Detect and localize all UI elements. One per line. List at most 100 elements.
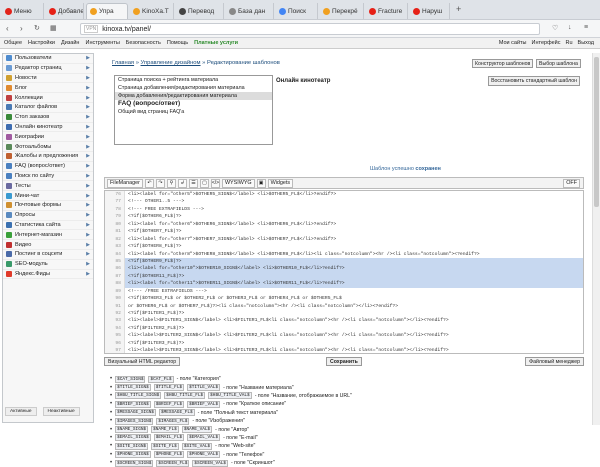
- expand-arrow-icon[interactable]: ▶: [86, 261, 90, 267]
- field-code-tag[interactable]: $IMAGES_FL$: [156, 417, 190, 425]
- browser-tab[interactable]: Добавле: [46, 3, 84, 19]
- editor-off-toggle[interactable]: OFF: [563, 178, 580, 188]
- expand-arrow-icon[interactable]: ▶: [86, 202, 90, 208]
- field-code-tag[interactable]: $TITLE_VAL$: [187, 384, 221, 392]
- code-line[interactable]: 95 <li><label>$FILTER2_SIGN$</label> <li>…: [105, 332, 583, 340]
- expand-arrow-icon[interactable]: ▶: [86, 144, 90, 150]
- field-code-tag[interactable]: $EMAIL_FL$: [153, 434, 185, 442]
- url-text[interactable]: kinoxa.tv/panel/: [102, 26, 151, 33]
- download-icon[interactable]: ↓: [568, 24, 572, 31]
- browser-tab[interactable]: Перекрё: [320, 3, 364, 19]
- expand-arrow-icon[interactable]: ▶: [86, 124, 90, 130]
- paid-services-link[interactable]: Платные услуги: [194, 40, 238, 46]
- field-code-tag[interactable]: $SCREEN_FL$: [156, 459, 190, 467]
- bookmark-heart-icon[interactable]: ♡: [552, 24, 558, 32]
- template-item[interactable]: Форма добавления/редактирования материал…: [115, 92, 272, 100]
- admin-bar-right-item[interactable]: Мои сайты: [499, 40, 527, 46]
- expand-arrow-icon[interactable]: ▶: [86, 134, 90, 140]
- field-code-tag[interactable]: $BRIEF_VAL$: [187, 400, 221, 408]
- template-item[interactable]: Страница добавления/редактирования матер…: [115, 84, 272, 92]
- choose-template-button[interactable]: Выбор шаблона: [536, 59, 581, 68]
- reload-icon[interactable]: ↻: [34, 24, 40, 32]
- expand-arrow-icon[interactable]: ▶: [86, 75, 90, 81]
- tab-active-modules[interactable]: Активные: [5, 407, 37, 416]
- browser-tab[interactable]: База дан: [226, 3, 274, 19]
- field-code-tag[interactable]: $SCREEN_SIGN$: [115, 459, 154, 467]
- code-line[interactable]: 79 <?if($OTHER6_FL$)?>: [105, 213, 583, 221]
- code-line[interactable]: 80 <li><label for="other6">$OTHER6_SIGN$<…: [105, 220, 583, 229]
- field-code-tag[interactable]: $PHONE_VAL$: [187, 451, 221, 459]
- expand-arrow-icon[interactable]: ▶: [86, 222, 90, 228]
- sidebar-item[interactable]: Пользователи ▶: [3, 54, 93, 64]
- field-code-tag[interactable]: $EMAIL_SIGN$: [115, 434, 151, 442]
- sidebar-item[interactable]: Стол заказов ▶: [3, 113, 93, 123]
- admin-menu-item[interactable]: Инструменты: [85, 40, 119, 46]
- code-line[interactable]: 94 <?if($FILTER2_FL$)?>: [105, 324, 583, 333]
- sidebar-item[interactable]: Коллекции ▶: [3, 93, 93, 103]
- field-code-tag[interactable]: $IMAGES_SIGN$: [115, 417, 154, 425]
- url-input[interactable]: VPN kinoxa.tv/panel/: [80, 23, 540, 35]
- template-item[interactable]: Общий вид страниц FAQ'а: [115, 108, 272, 116]
- code-line[interactable]: 90 <?if($OTHER3_FL$ or $OTHER2_FL$ or $OT…: [105, 295, 583, 303]
- template-list[interactable]: Страница поиска + рейтинга материала Стра…: [114, 75, 273, 145]
- field-code-tag[interactable]: $PHONE_FL$: [153, 451, 185, 459]
- field-code-tag[interactable]: $MESSAGE_SIGN$: [115, 409, 156, 417]
- admin-menu-item[interactable]: Помощь: [167, 40, 188, 46]
- expand-arrow-icon[interactable]: ▶: [86, 183, 90, 189]
- expand-arrow-icon[interactable]: ▶: [86, 55, 90, 61]
- format-icon[interactable]: ☰: [188, 178, 198, 188]
- field-code-tag[interactable]: $BRIEF_FL$: [153, 400, 185, 408]
- undo-icon[interactable]: ↶: [144, 178, 154, 188]
- sidebar-item[interactable]: Статистика сайта ▶: [3, 221, 93, 231]
- code-line[interactable]: 77 <!--- OTHER1..5 --->: [105, 198, 583, 206]
- code-line[interactable]: 92 <?if($FILTER1_FL$)?>: [105, 310, 583, 318]
- breadcrumb-home[interactable]: Главная: [112, 60, 134, 66]
- file-manager-button[interactable]: Файловый менеджер: [525, 357, 584, 366]
- widgets-button[interactable]: Widgets: [267, 178, 294, 188]
- field-code-tag[interactable]: $NAME_FL$: [151, 426, 179, 434]
- expand-arrow-icon[interactable]: ▶: [86, 114, 90, 120]
- browser-tab[interactable]: Fracture: [366, 3, 408, 19]
- code-line[interactable]: 78 <!--- FREE EXTRAFIELDS --->: [105, 205, 583, 214]
- browser-tab[interactable]: KinoXa.T: [130, 3, 174, 19]
- field-code-tag[interactable]: $SCREEN_VAL$: [192, 459, 228, 467]
- code-line[interactable]: 97 <li><label>$FILTER3_SIGN$</label> <li>…: [105, 347, 583, 353]
- admin-menu-item[interactable]: Безопасность: [126, 40, 161, 46]
- browser-tab[interactable]: Наруш: [410, 3, 450, 19]
- code-line[interactable]: 87 <?if($OTHER11_FL$)?>: [105, 272, 583, 281]
- fullscreen-icon[interactable]: ▢: [199, 178, 209, 188]
- sidebar-item[interactable]: Редактор страниц ▶: [3, 64, 93, 74]
- admin-bar-right-item[interactable]: Выход: [578, 40, 594, 46]
- save-button[interactable]: Сохранить: [326, 357, 362, 366]
- visual-html-editor-button[interactable]: Визуальный HTML редактор: [104, 357, 181, 366]
- code-line[interactable]: 88 <li><label for="other11">$OTHER11_SIGN…: [105, 280, 583, 288]
- sidebar-item[interactable]: Почтовые формы ▶: [3, 201, 93, 211]
- field-code-tag[interactable]: $EMAIL_VAL$: [187, 434, 221, 442]
- expand-arrow-icon[interactable]: ▶: [86, 173, 90, 179]
- sidebar-item[interactable]: Видео ▶: [3, 240, 93, 250]
- sidebar-item[interactable]: Блог ▶: [3, 83, 93, 94]
- expand-arrow-icon[interactable]: ▶: [86, 212, 90, 218]
- sidebar-item[interactable]: Фотоальбомы ▶: [3, 142, 93, 152]
- sidebar-item[interactable]: Онлайн кинотеатр ▶: [3, 123, 93, 133]
- field-code-tag[interactable]: $TITLE_FL$: [153, 384, 185, 392]
- expand-arrow-icon[interactable]: ▶: [86, 104, 90, 110]
- restore-default-template-button[interactable]: Восстановить стандартный шаблон: [488, 76, 580, 86]
- expand-arrow-icon[interactable]: ▶: [86, 251, 90, 257]
- expand-arrow-icon[interactable]: ▶: [86, 85, 90, 91]
- expand-arrow-icon[interactable]: ▶: [86, 193, 90, 199]
- field-code-tag[interactable]: $BRIEF_SIGN$: [115, 400, 151, 408]
- admin-menu-item[interactable]: Настройки: [28, 40, 55, 46]
- redo-icon[interactable]: ↷: [155, 178, 165, 188]
- expand-arrow-icon[interactable]: ▶: [86, 271, 90, 277]
- wysiwyg-button[interactable]: WYSIWYG: [221, 178, 255, 188]
- field-code-tag[interactable]: $CAT_SIGN$: [115, 375, 146, 383]
- browser-tab[interactable]: Меню: [2, 3, 44, 19]
- template-item[interactable]: Страница поиска + рейтинга материала: [115, 76, 272, 84]
- expand-arrow-icon[interactable]: ▶: [86, 95, 90, 101]
- forward-icon[interactable]: ›: [20, 24, 23, 33]
- code-line[interactable]: 93 <li><label>$FILTER1_SIGN$</label> <li>…: [105, 317, 583, 325]
- menu-icon[interactable]: ≡: [584, 24, 588, 31]
- field-code-tag[interactable]: $TITLE_SIGN$: [115, 384, 151, 392]
- sidebar-item[interactable]: Биографии ▶: [3, 132, 93, 143]
